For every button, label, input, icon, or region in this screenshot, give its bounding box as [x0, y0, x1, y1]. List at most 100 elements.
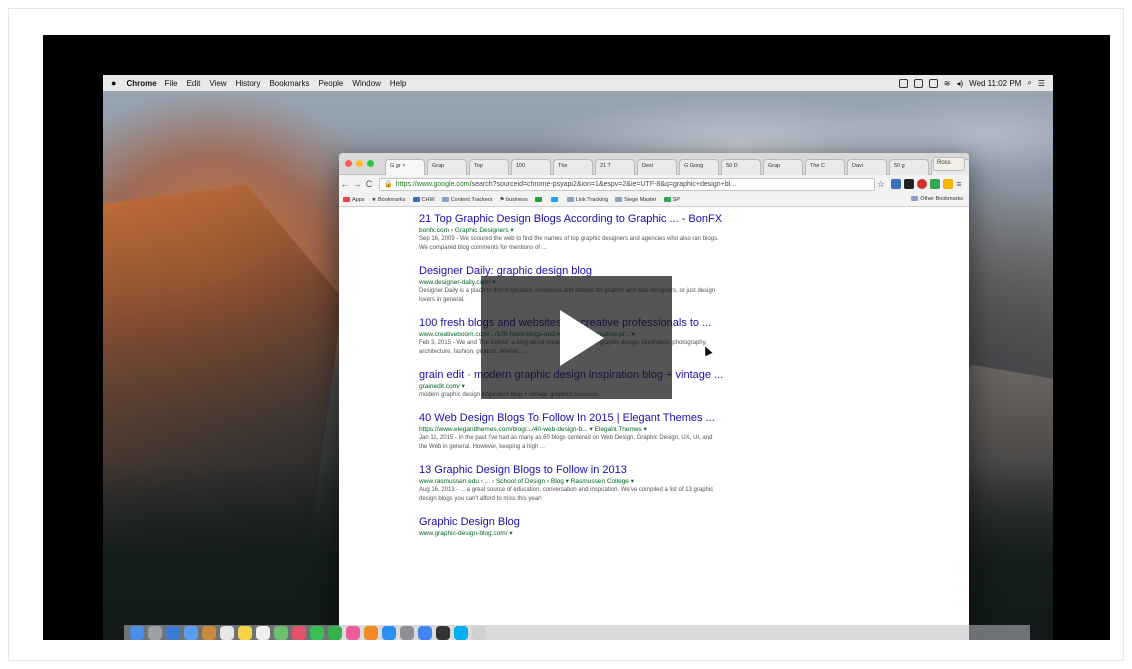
bookmark-apps[interactable]: Apps: [343, 196, 365, 203]
twitter-icon[interactable]: [550, 197, 558, 202]
bookmark-icon[interactable]: [534, 197, 542, 202]
browser-tab[interactable]: 50 g: [889, 159, 929, 175]
chrome-icon[interactable]: [418, 625, 432, 640]
notification-center-icon[interactable]: ☰: [1038, 79, 1045, 88]
window-minimize-button[interactable]: [356, 160, 363, 167]
bookmark-bookmarks[interactable]: ★ Bookmarks: [372, 197, 406, 203]
address-bar[interactable]: 🔒 https://www.google.com/search?sourceid=…: [379, 177, 875, 191]
result-title-link[interactable]: 21 Top Graphic Design Blogs According to…: [419, 213, 739, 226]
contacts-icon[interactable]: [202, 625, 216, 640]
wifi-icon[interactable]: ≋: [944, 79, 951, 88]
menubar-people[interactable]: People: [318, 79, 343, 88]
folder-icon: [911, 196, 919, 201]
apple-icon[interactable]: ●: [111, 78, 116, 88]
search-result: 21 Top Graphic Design Blogs According to…: [419, 213, 739, 253]
search-result: Graphic Design Blog www.graphic-design-b…: [419, 516, 739, 538]
extension-icon[interactable]: [904, 179, 914, 189]
video-play-button[interactable]: [481, 276, 672, 399]
menubar-file[interactable]: File: [165, 79, 178, 88]
notes-icon[interactable]: [238, 625, 252, 640]
bookmark-business[interactable]: ⚑ business: [500, 197, 528, 203]
spotlight-search-icon[interactable]: ⌕: [1027, 78, 1031, 88]
browser-tab[interactable]: The: [553, 159, 593, 175]
browser-tab[interactable]: 50 D: [721, 159, 761, 175]
messages-icon[interactable]: [310, 625, 324, 640]
browser-tab[interactable]: G gr ×: [385, 159, 425, 175]
lock-icon: 🔒: [384, 180, 393, 188]
volume-icon[interactable]: ◂): [956, 79, 963, 88]
forward-arrow-icon[interactable]: →: [351, 179, 363, 189]
mail-icon[interactable]: [184, 625, 198, 640]
bookmark-content-trackers[interactable]: Content Trackers: [441, 196, 493, 203]
back-arrow-icon[interactable]: ←: [339, 179, 351, 189]
result-url[interactable]: www.rasmussen.edu › ... › School of Desi…: [419, 477, 739, 486]
tabs: G gr × Grap Top 100 The 21 T Desi G Goog…: [385, 159, 969, 175]
window-maximize-button[interactable]: [367, 160, 374, 167]
result-title-link[interactable]: Graphic Design Blog: [419, 516, 739, 529]
browser-tab[interactable]: Desi: [637, 159, 677, 175]
search-result: 13 Graphic Design Blogs to Follow in 201…: [419, 464, 739, 504]
folder-icon: [663, 196, 671, 202]
menubar-edit[interactable]: Edit: [187, 79, 201, 88]
menubar-app-name[interactable]: Chrome: [126, 79, 156, 88]
itunes-icon[interactable]: [346, 625, 360, 640]
browser-tab[interactable]: Davi: [847, 159, 887, 175]
system-preferences-icon[interactable]: [400, 625, 414, 640]
menubar-window[interactable]: Window: [352, 79, 380, 88]
safari-icon[interactable]: [166, 625, 180, 640]
browser-toolbar: ← → C 🔒 https://www.google.com/search?sou…: [339, 175, 969, 193]
tab-strip: G gr × Grap Top 100 The 21 T Desi G Goog…: [339, 153, 969, 175]
result-url[interactable]: bonfx.com › Graphic Designers ▾: [419, 226, 739, 235]
reminders-icon[interactable]: [256, 625, 270, 640]
browser-tab[interactable]: Grap: [763, 159, 803, 175]
browser-tab[interactable]: G Goog: [679, 159, 719, 175]
folder-icon: [615, 196, 623, 202]
result-title-link[interactable]: 13 Graphic Design Blogs to Follow in 201…: [419, 464, 739, 477]
menubar-view[interactable]: View: [209, 79, 226, 88]
menubar-clock[interactable]: Wed 11:02 PM: [969, 79, 1021, 88]
folder-icon: [441, 196, 449, 202]
terminal-icon[interactable]: [436, 625, 450, 640]
status-icon[interactable]: [898, 78, 908, 88]
launchpad-icon[interactable]: [148, 625, 162, 640]
other-bookmarks[interactable]: Other Bookmarks: [911, 196, 963, 202]
result-url[interactable]: https://www.elegantthemes.com/blog/.../4…: [419, 425, 739, 434]
window-close-button[interactable]: [345, 160, 352, 167]
menubar-history[interactable]: History: [236, 79, 261, 88]
bookmark-sp[interactable]: SP: [663, 196, 680, 203]
reload-icon[interactable]: C: [363, 179, 375, 189]
calendar-icon[interactable]: [220, 625, 234, 640]
facetime-icon[interactable]: [328, 625, 342, 640]
bookmark-link-tracking[interactable]: Link Tracking: [566, 196, 608, 203]
browser-tab[interactable]: Grap: [427, 159, 467, 175]
maps-icon[interactable]: [274, 625, 288, 640]
browser-tab[interactable]: 100: [511, 159, 551, 175]
bookmark-siege-master[interactable]: Siege Master: [615, 196, 657, 203]
browser-tab[interactable]: The C: [805, 159, 845, 175]
result-url[interactable]: www.graphic-design-blog.com/ ▾: [419, 529, 739, 538]
extension-icon[interactable]: [930, 179, 940, 189]
photos-icon[interactable]: [292, 625, 306, 640]
menubar-help[interactable]: Help: [390, 79, 406, 88]
bookmark-star-icon[interactable]: ☆: [875, 179, 887, 190]
app-store-icon[interactable]: [382, 625, 396, 640]
folder-icon: [412, 196, 420, 202]
profile-button[interactable]: Ross: [933, 157, 965, 171]
browser-tab[interactable]: 21 T: [595, 159, 635, 175]
trash-icon[interactable]: [472, 625, 486, 640]
finder-icon[interactable]: [130, 625, 144, 640]
menubar-bookmarks[interactable]: Bookmarks: [269, 79, 309, 88]
pinterest-icon[interactable]: [917, 179, 927, 189]
status-icon[interactable]: [913, 78, 923, 88]
bookmark-chw[interactable]: CHW: [412, 196, 435, 203]
extension-icon[interactable]: [891, 179, 901, 189]
ibooks-icon[interactable]: [364, 625, 378, 640]
menu-icon[interactable]: ≡: [953, 179, 965, 189]
status-icon[interactable]: [928, 78, 938, 88]
result-title-link[interactable]: 40 Web Design Blogs To Follow In 2015 | …: [419, 412, 739, 425]
mac-dock: [124, 625, 1030, 640]
extension-icon[interactable]: [943, 179, 953, 189]
apps-icon: [343, 196, 350, 202]
skype-icon[interactable]: [454, 625, 468, 640]
browser-tab[interactable]: Top: [469, 159, 509, 175]
